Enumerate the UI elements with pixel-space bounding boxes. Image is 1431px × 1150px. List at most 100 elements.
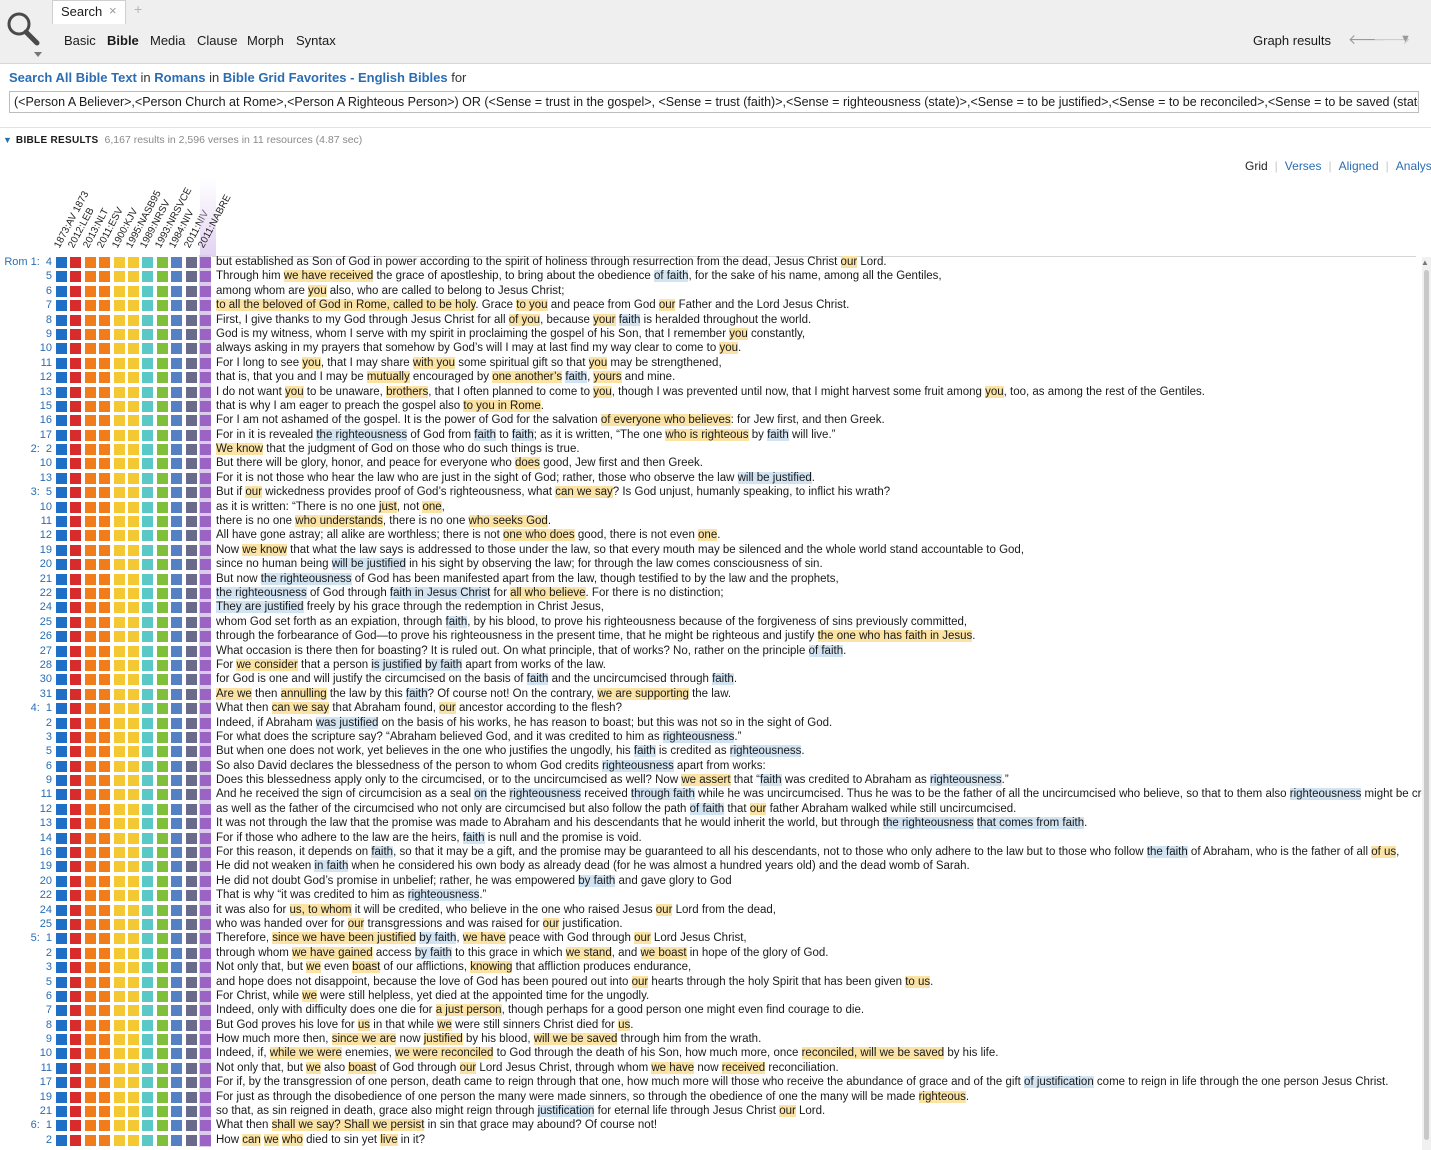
match-highlight[interactable]: we boast xyxy=(640,946,687,959)
match-highlight[interactable]: live xyxy=(380,1133,398,1146)
resource-hit-cell[interactable] xyxy=(185,386,197,398)
resource-hit-cell[interactable] xyxy=(56,717,67,729)
resource-hit-cell[interactable] xyxy=(56,847,67,859)
resource-hit-cell[interactable] xyxy=(200,1077,211,1089)
resource-hit-cell[interactable] xyxy=(99,717,111,729)
resource-hit-cell[interactable] xyxy=(128,990,139,1002)
match-highlight[interactable]: we xyxy=(306,961,321,974)
resource-hit-cell[interactable] xyxy=(171,847,183,859)
resource-hit-cell[interactable] xyxy=(56,861,67,873)
match-highlight[interactable]: by faith xyxy=(419,932,457,945)
resource-hit-cell[interactable] xyxy=(171,1005,183,1017)
verse-reference-link[interactable]: 17 xyxy=(40,428,52,442)
match-highlight[interactable]: since we are xyxy=(331,1033,397,1046)
resource-hit-cell[interactable] xyxy=(142,1005,154,1017)
verse-reference-link[interactable]: 25 xyxy=(40,917,52,931)
verse-row[interactable]: 25 who was handed over for our transgress… xyxy=(0,916,1422,932)
resource-hit-cell[interactable] xyxy=(113,429,125,441)
resource-hit-cell[interactable] xyxy=(128,962,139,974)
resource-hit-cell[interactable] xyxy=(171,314,183,326)
resource-hit-cell[interactable] xyxy=(70,1019,82,1031)
resource-hit-cell[interactable] xyxy=(56,530,67,542)
resource-hit-cell[interactable] xyxy=(156,731,168,743)
resource-hit-cell[interactable] xyxy=(142,717,154,729)
resource-hit-cell[interactable] xyxy=(70,746,82,758)
match-highlight[interactable]: faith xyxy=(767,428,789,441)
resource-hit-cell[interactable] xyxy=(70,731,82,743)
resource-hit-cell[interactable] xyxy=(99,890,111,902)
resource-hit-cell[interactable] xyxy=(70,501,82,513)
resource-hit-cell[interactable] xyxy=(70,285,82,297)
match-highlight[interactable]: will we be saved xyxy=(533,1033,618,1046)
resource-hit-cell[interactable] xyxy=(99,444,111,456)
resource-hit-cell[interactable] xyxy=(56,602,67,614)
resource-hit-cell[interactable] xyxy=(56,803,67,815)
verse-reference-link[interactable]: 13 xyxy=(40,471,52,485)
resource-hit-cell[interactable] xyxy=(185,947,197,959)
resource-hit-cell[interactable] xyxy=(142,803,154,815)
resource-hit-cell[interactable] xyxy=(128,1005,139,1017)
verse-reference-link[interactable]: 11 xyxy=(41,787,52,801)
resource-hit-cell[interactable] xyxy=(142,962,154,974)
resource-hit-cell[interactable] xyxy=(200,257,211,268)
resource-hit-cell[interactable] xyxy=(56,775,67,787)
match-highlight[interactable]: to you in Rome xyxy=(463,399,541,412)
match-highlight[interactable]: we stand xyxy=(565,946,612,959)
resource-hit-cell[interactable] xyxy=(70,717,82,729)
verse-reference-link[interactable]: 7 xyxy=(46,1003,52,1017)
verse-reference-link[interactable]: Rom 1: 4 xyxy=(4,255,52,269)
verse-row[interactable]: 6 So also David declares the blessedness … xyxy=(0,758,1422,774)
resource-hit-cell[interactable] xyxy=(200,530,211,542)
resource-hit-cell[interactable] xyxy=(84,818,96,830)
verse-row[interactable]: 12 All have gone astray; all alike are wo… xyxy=(0,528,1422,543)
resource-hit-cell[interactable] xyxy=(200,904,211,916)
resource-hit-cell[interactable] xyxy=(142,1062,154,1074)
resource-hit-cell[interactable] xyxy=(56,890,67,902)
match-highlight[interactable]: faith xyxy=(565,371,588,384)
resource-hit-cell[interactable] xyxy=(113,976,125,988)
verse-row[interactable]: 27 What occasion is there then for boasti… xyxy=(0,643,1422,658)
resource-hit-cell[interactable] xyxy=(70,587,82,599)
resource-hit-cell[interactable] xyxy=(128,458,139,470)
resource-hit-cell[interactable] xyxy=(156,357,168,369)
verse-row[interactable]: 7 Indeed, only with difficulty does one d… xyxy=(0,1003,1422,1018)
resource-hit-cell[interactable] xyxy=(142,386,154,398)
match-highlight[interactable]: by faith xyxy=(414,946,452,959)
match-highlight[interactable]: our xyxy=(347,917,365,930)
resource-hit-cell[interactable] xyxy=(99,616,111,628)
resource-hit-cell[interactable] xyxy=(99,731,111,743)
resource-hit-cell[interactable] xyxy=(70,271,82,283)
resource-hit-cell[interactable] xyxy=(70,458,82,470)
resource-hit-cell[interactable] xyxy=(156,803,168,815)
resource-hit-cell[interactable] xyxy=(142,300,154,312)
view-verses[interactable]: Verses xyxy=(1285,159,1322,173)
verse-row[interactable]: Rom 1: 4 but established as Son of God in… xyxy=(0,255,1422,270)
resource-hit-cell[interactable] xyxy=(171,789,183,801)
resource-hit-cell[interactable] xyxy=(185,659,197,671)
resource-hit-cell[interactable] xyxy=(84,631,96,643)
match-highlight[interactable]: boast xyxy=(352,961,381,974)
resource-hit-cell[interactable] xyxy=(70,1120,82,1132)
resource-hit-cell[interactable] xyxy=(171,990,183,1002)
resource-hit-cell[interactable] xyxy=(99,257,111,268)
resource-hit-cell[interactable] xyxy=(56,616,67,628)
resource-hit-cell[interactable] xyxy=(128,415,139,427)
match-highlight[interactable]: you xyxy=(285,385,304,398)
resource-hit-cell[interactable] xyxy=(156,947,168,959)
verse-row[interactable]: 10 always asking in my prayers that someh… xyxy=(0,341,1422,356)
verse-reference-link[interactable]: 2: 2 xyxy=(31,442,52,456)
resource-hit-cell[interactable] xyxy=(84,487,96,499)
resource-hit-cell[interactable] xyxy=(84,1091,96,1103)
resource-hit-cell[interactable] xyxy=(171,1062,183,1074)
resource-hit-cell[interactable] xyxy=(142,602,154,614)
resource-hit-cell[interactable] xyxy=(128,918,139,930)
resource-hit-cell[interactable] xyxy=(200,645,211,657)
resource-hit-cell[interactable] xyxy=(171,472,183,484)
verse-row[interactable]: 4: 1 What then can we say that Abraham fo… xyxy=(0,701,1422,716)
resource-hit-cell[interactable] xyxy=(142,1034,154,1046)
resource-hit-cell[interactable] xyxy=(113,847,125,859)
resource-hit-cell[interactable] xyxy=(99,645,111,657)
match-highlight[interactable]: our xyxy=(245,486,263,499)
resource-hit-cell[interactable] xyxy=(84,1048,96,1060)
resource-hit-cell[interactable] xyxy=(185,314,197,326)
